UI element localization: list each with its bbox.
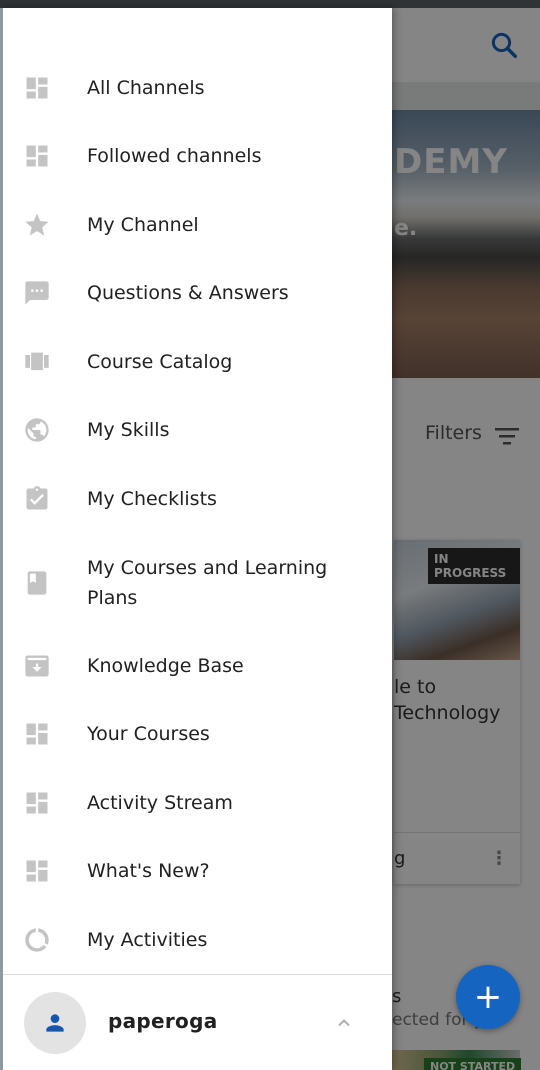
nav-item-activity-stream[interactable]: Activity Stream (3, 788, 392, 818)
dashboard-icon (26, 792, 48, 814)
nav-label: All Channels (87, 77, 205, 99)
nav-label: Followed channels (87, 145, 262, 167)
nav-item-questions-answers[interactable]: Questions & Answers (3, 278, 392, 308)
add-fab-button[interactable]: + (456, 965, 520, 1029)
navigation-drawer: All Channels Followed channels My Channe… (0, 8, 392, 1070)
book-icon (27, 571, 47, 595)
dashboard-icon (26, 77, 48, 99)
person-icon (46, 1014, 64, 1032)
nav-item-your-courses[interactable]: Your Courses (3, 719, 392, 749)
dashboard-icon (26, 723, 48, 745)
nav-item-whats-new[interactable]: What's New? (3, 856, 392, 886)
nav-label: Activity Stream (87, 792, 233, 814)
clipboard-check-icon (26, 486, 48, 510)
circle-progress-icon (25, 928, 49, 952)
nav-label: My Checklists (87, 488, 217, 510)
globe-icon (25, 418, 49, 442)
nav-item-my-courses-learning-plans[interactable]: My Courses and Learning Plans (3, 552, 392, 614)
nav-item-my-checklists[interactable]: My Checklists (3, 484, 392, 514)
nav-item-course-catalog[interactable]: Course Catalog (3, 347, 392, 377)
avatar[interactable] (24, 992, 86, 1054)
star-icon (25, 213, 49, 236)
nav-label: Knowledge Base (87, 655, 244, 677)
dashboard-icon (26, 860, 48, 882)
nav-label: Your Courses (87, 723, 210, 745)
user-account-row[interactable]: paperoga (3, 975, 392, 1070)
nav-label: Questions & Answers (87, 282, 289, 304)
carousel-icon (25, 352, 49, 371)
nav-label: What's New? (87, 860, 210, 882)
nav-label: My Courses and Learning Plans (87, 557, 328, 609)
username: paperoga (108, 1009, 218, 1033)
nav-label: My Channel (87, 214, 199, 236)
nav-label: My Activities (87, 929, 208, 951)
nav-item-my-activities[interactable]: My Activities (3, 925, 392, 955)
nav-item-my-skills[interactable]: My Skills (3, 415, 392, 445)
nav-item-knowledge-base[interactable]: Knowledge Base (3, 651, 392, 681)
archive-icon (25, 655, 49, 677)
dashboard-icon (26, 145, 48, 167)
nav-label: Course Catalog (87, 351, 233, 373)
nav-item-all-channels[interactable]: All Channels (3, 73, 392, 103)
chat-bubble-icon (25, 281, 49, 305)
nav-item-followed-channels[interactable]: Followed channels (3, 141, 392, 171)
chevron-up-icon[interactable] (333, 1013, 355, 1033)
nav-label: My Skills (87, 419, 170, 441)
nav-item-my-channel[interactable]: My Channel (3, 210, 392, 240)
